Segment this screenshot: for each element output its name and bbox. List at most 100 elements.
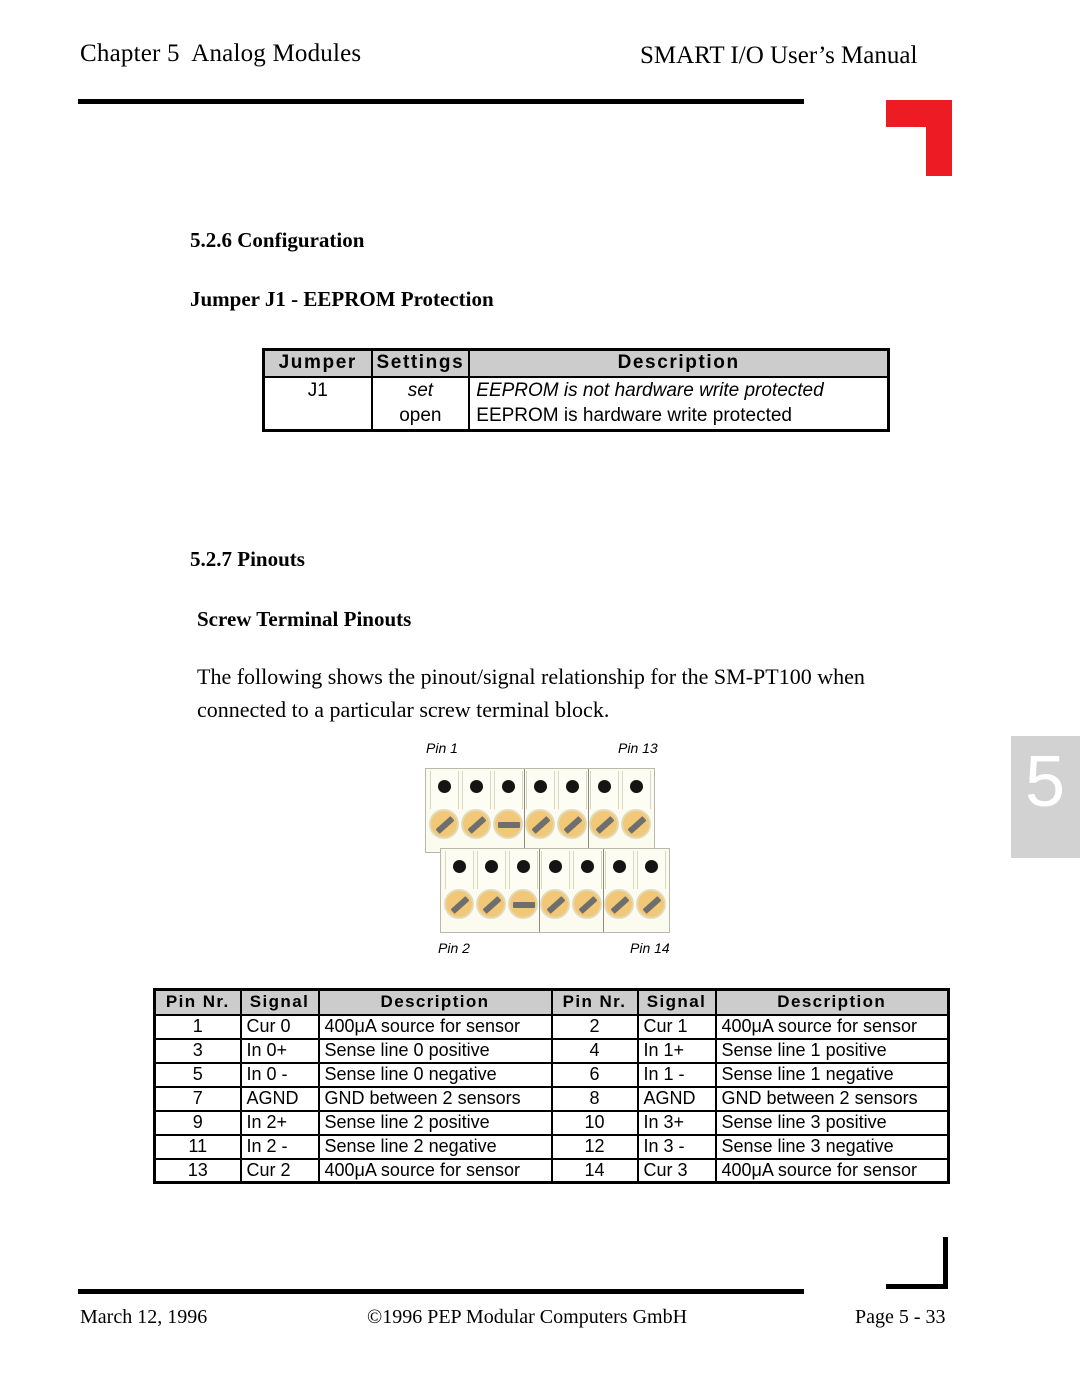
pinout-cell-signal: In 3+ xyxy=(636,1109,717,1136)
table-row: J1 set EEPROM is not hardware write prot… xyxy=(262,375,890,404)
pinout-cell-pin: 9 xyxy=(153,1109,242,1136)
pinout-cell-pin: 10 xyxy=(550,1109,639,1136)
terminal-row-even xyxy=(440,848,670,933)
header-chapter-title: Chapter 5 Analog Modules xyxy=(80,40,362,67)
footer-copyright: ©1996 PEP Modular Computers GmbH xyxy=(367,1306,688,1328)
pinout-cell-description: Sense line 0 positive xyxy=(317,1037,553,1064)
pinout-cell-pin: 11 xyxy=(153,1133,242,1160)
table-row: 5 In 0 - Sense line 0 negative 6 In 1 - Sense… xyxy=(153,1061,950,1088)
terminal-wire-hole-icon xyxy=(485,860,498,873)
terminal-screw-odd-6[interactable] xyxy=(589,809,619,839)
pinout-cell-pin: 13 xyxy=(153,1157,242,1184)
pinout-cell-signal: Cur 3 xyxy=(636,1157,717,1184)
pin-label-bottom-right: Pin 14 xyxy=(630,940,670,956)
terminal-segment-divider xyxy=(524,769,525,852)
terminal-screw-even-1[interactable] xyxy=(444,889,474,919)
terminal-screw-odd-5[interactable] xyxy=(557,809,587,839)
jumper-cell-name: J1 xyxy=(262,375,373,404)
terminal-screw-odd-1[interactable] xyxy=(429,809,459,839)
jumper-cell-description: EEPROM is hardware write protected xyxy=(468,403,890,431)
screw-slot-icon xyxy=(642,896,662,914)
pinout-cell-signal: In 1+ xyxy=(636,1037,717,1064)
pinout-cell-signal: AGND xyxy=(636,1085,717,1112)
terminal-wire-hole-icon xyxy=(502,780,515,793)
pinout-cell-pin: 4 xyxy=(550,1037,639,1064)
pinout-col-header-desc-left: Description xyxy=(317,988,553,1016)
pin-label-bottom-left: Pin 2 xyxy=(438,940,470,956)
terminal-screw-even-4[interactable] xyxy=(540,889,570,919)
pinout-cell-description: Sense line 0 negative xyxy=(317,1061,553,1088)
pinout-cell-signal: AGND xyxy=(239,1085,320,1112)
pinout-cell-description: Sense line 3 positive xyxy=(714,1109,950,1136)
table-row: 11 In 2 - Sense line 2 negative 12 In 3 - Sen… xyxy=(153,1133,950,1160)
terminal-screw-even-6[interactable] xyxy=(604,889,634,919)
heading-jumper-j1: Jumper J1 - EEPROM Protection xyxy=(190,287,494,311)
terminal-wire-hole-icon xyxy=(453,860,466,873)
pinout-cell-description: Sense line 1 negative xyxy=(714,1061,950,1088)
pinout-cell-pin: 14 xyxy=(550,1157,639,1184)
screw-slot-icon xyxy=(610,896,630,914)
pinout-col-header-pin-left: Pin Nr. xyxy=(153,988,242,1016)
screw-slot-icon xyxy=(563,816,583,834)
pinout-cell-pin: 3 xyxy=(153,1037,242,1064)
pinout-cell-description: Sense line 1 positive xyxy=(714,1037,950,1064)
table-row: open EEPROM is hardware write protected xyxy=(262,403,890,431)
pinout-cell-signal: In 3 - xyxy=(636,1133,717,1160)
terminal-screw-even-2[interactable] xyxy=(476,889,506,919)
screw-slot-icon xyxy=(450,896,470,914)
jumper-col-header-jumper: Jumper xyxy=(262,348,373,378)
screw-slot-icon xyxy=(627,816,647,834)
jumper-cell-name xyxy=(262,403,373,431)
pinout-table: Pin Nr. Signal Description Pin Nr. Signa… xyxy=(153,988,950,1184)
screw-slot-icon xyxy=(435,816,455,834)
pinout-cell-description: 400μA source for sensor xyxy=(317,1013,553,1040)
pinout-cell-signal: In 2 - xyxy=(239,1133,320,1160)
terminal-wire-hole-icon xyxy=(549,860,562,873)
pinout-cell-signal: In 1 - xyxy=(636,1061,717,1088)
terminal-screw-odd-2[interactable] xyxy=(461,809,491,839)
header-manual-title: SMART I/O User’s Manual xyxy=(640,42,918,69)
chapter-tab-number: 5 xyxy=(1025,742,1066,822)
pinout-cell-pin: 8 xyxy=(550,1085,639,1112)
heading-configuration: 5.2.6 Configuration xyxy=(190,228,365,252)
terminal-screw-odd-3[interactable] xyxy=(493,809,523,839)
terminal-wire-hole-icon xyxy=(517,860,530,873)
terminal-wire-hole-icon xyxy=(645,860,658,873)
screw-slot-icon xyxy=(467,816,487,834)
screw-terminal-block-diagram: Pin 1 Pin 13 Pin 2 Pin 14 xyxy=(410,740,710,970)
terminal-segment-divider xyxy=(588,769,589,852)
jumper-table-header-row: Jumper Settings Description xyxy=(262,348,890,378)
pinout-cell-description: Sense line 2 positive xyxy=(317,1109,553,1136)
table-row: 13 Cur 2 400μA source for sensor 14 Cur 3 400… xyxy=(153,1157,950,1184)
pinout-cell-signal: Cur 0 xyxy=(239,1013,320,1040)
pinout-col-header-signal-right: Signal xyxy=(636,988,717,1016)
terminal-wire-hole-icon xyxy=(470,780,483,793)
screw-slot-icon xyxy=(546,896,566,914)
footer-corner-mark-icon xyxy=(886,1237,948,1289)
footer-page-number: Page 5 - 33 xyxy=(855,1306,946,1328)
terminal-wire-hole-icon xyxy=(630,780,643,793)
heading-pinouts: 5.2.7 Pinouts xyxy=(190,547,305,571)
pep-corner-logo-icon xyxy=(886,100,952,176)
pinout-cell-pin: 5 xyxy=(153,1061,242,1088)
pinout-col-header-pin-right: Pin Nr. xyxy=(550,988,639,1016)
pinout-cell-description: GND between 2 sensors xyxy=(317,1085,553,1112)
jumper-cell-setting: open xyxy=(370,403,471,431)
pinout-cell-description: 400μA source for sensor xyxy=(714,1157,950,1184)
pinout-cell-signal: In 2+ xyxy=(239,1109,320,1136)
terminal-screw-even-7[interactable] xyxy=(636,889,666,919)
pinout-cell-pin: 7 xyxy=(153,1085,242,1112)
pinout-cell-signal: Cur 1 xyxy=(636,1013,717,1040)
screw-slot-icon xyxy=(595,816,615,834)
pinout-cell-description: 400μA source for sensor xyxy=(317,1157,553,1184)
terminal-wire-hole-icon xyxy=(598,780,611,793)
pin-label-top-left: Pin 1 xyxy=(426,740,458,756)
terminal-screw-odd-4[interactable] xyxy=(525,809,555,839)
table-row: 9 In 2+ Sense line 2 positive 10 In 3+ Sense … xyxy=(153,1109,950,1136)
terminal-screw-odd-7[interactable] xyxy=(621,809,651,839)
table-row: 1 Cur 0 400μA source for sensor 2 Cur 1 400μA… xyxy=(153,1013,950,1040)
screw-slot-icon xyxy=(531,816,551,834)
terminal-screw-even-3[interactable] xyxy=(508,889,538,919)
terminal-wire-hole-icon xyxy=(581,860,594,873)
terminal-screw-even-5[interactable] xyxy=(572,889,602,919)
